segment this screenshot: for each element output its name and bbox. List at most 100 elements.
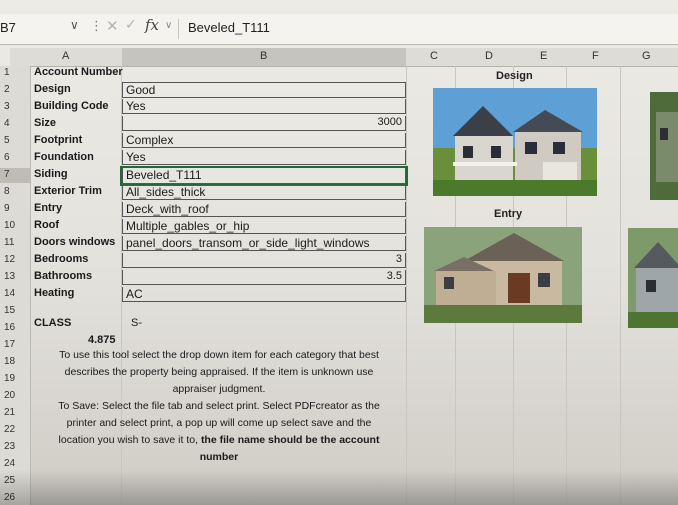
column-header-d[interactable]: D <box>485 50 493 66</box>
label-size: Size <box>34 117 57 129</box>
label-foundation: Foundation <box>34 151 94 163</box>
bathrooms-value: 3.5 <box>386 270 402 282</box>
label-bathrooms: Bathrooms <box>34 270 93 282</box>
screen-shading <box>0 470 678 505</box>
size-value: 3000 <box>377 116 402 128</box>
class-value: S- <box>131 317 142 329</box>
formula-input[interactable]: Beveled_T111 <box>188 20 270 35</box>
label-doors-windows: Doors windows <box>34 236 116 248</box>
building-code-select[interactable]: Yes <box>122 99 406 114</box>
label-account-number: Account Number <box>34 66 123 78</box>
instructions-line: number <box>34 449 404 466</box>
row-number[interactable]: 24 <box>4 458 26 469</box>
score-value: 4.875 <box>88 334 116 346</box>
name-box-dropdown-icon[interactable]: ∨ <box>70 18 79 32</box>
instructions-line: location you wish to save it to, the fil… <box>34 432 404 449</box>
row-number[interactable]: 19 <box>4 373 26 384</box>
row-number[interactable]: 6 <box>4 152 26 163</box>
function-dropdown-icon[interactable]: ∨ <box>165 20 172 31</box>
row-number[interactable]: 7 <box>4 169 26 180</box>
siding-value: Beveled_T111 <box>126 168 202 182</box>
row-number[interactable]: 14 <box>4 288 26 299</box>
row-number[interactable]: 3 <box>4 101 26 112</box>
instructions-line: printer and select print, a pop up will … <box>66 417 372 429</box>
enter-icon[interactable]: ✓ <box>125 17 137 33</box>
row-number[interactable]: 20 <box>4 390 26 401</box>
name-box[interactable]: B7 <box>0 20 16 35</box>
label-building-code: Building Code <box>34 100 109 112</box>
row-number[interactable]: 8 <box>4 186 26 197</box>
column-header-g[interactable]: G <box>642 50 651 66</box>
footprint-value: Complex <box>126 133 174 147</box>
row-number[interactable]: 5 <box>4 135 26 146</box>
more-options-icon[interactable]: ⋮ <box>90 19 103 34</box>
label-bedrooms: Bedrooms <box>34 253 89 265</box>
roof-select[interactable]: Multiple_gables_or_hip <box>122 219 406 234</box>
column-header-b[interactable]: B <box>260 50 267 66</box>
building-code-value: Yes <box>126 99 146 113</box>
bathrooms-input[interactable]: 3.5 <box>122 270 406 285</box>
entry-house-image[interactable] <box>424 227 582 323</box>
instructions-text: To use this tool select the drop down it… <box>34 347 404 466</box>
label-entry: Entry <box>34 202 63 214</box>
grid-line <box>406 66 407 505</box>
row-number[interactable]: 22 <box>4 424 26 435</box>
row-number[interactable]: 2 <box>4 84 26 95</box>
design-value: Good <box>126 83 156 97</box>
exterior-trim-select[interactable]: All_sides_thick <box>122 185 406 200</box>
column-header-f[interactable]: F <box>592 50 599 66</box>
row-number[interactable]: 15 <box>4 305 26 316</box>
house-image-partial[interactable] <box>628 228 678 328</box>
row-number[interactable]: 16 <box>4 322 26 333</box>
size-input[interactable]: 3000 <box>122 116 406 131</box>
instructions-line: To use this tool select the drop down it… <box>59 349 379 361</box>
row-number[interactable]: 9 <box>4 203 26 214</box>
row-number[interactable]: 12 <box>4 254 26 265</box>
label-footprint: Footprint <box>34 134 83 146</box>
row-number[interactable]: 13 <box>4 271 26 282</box>
doors-windows-value: panel_doors_transom_or_side_light_window… <box>126 236 370 250</box>
label-heating: Heating <box>34 287 75 299</box>
column-header-a[interactable]: A <box>62 50 69 66</box>
cancel-icon[interactable]: ✕ <box>106 17 119 35</box>
entry-picture-title: Entry <box>494 208 523 220</box>
spreadsheet-screen: B7 ∨ ⋮ ✕ ✓ fx ∨ Beveled_T111 A B C D E F… <box>0 0 678 505</box>
design-select[interactable]: Good <box>122 82 406 98</box>
instructions-line: To Save: Select the file tab and select … <box>58 400 380 412</box>
row-number[interactable]: 11 <box>4 237 26 248</box>
row-header-bar <box>0 66 31 505</box>
row-number[interactable]: 1 <box>4 67 26 78</box>
row-number[interactable]: 18 <box>4 356 26 367</box>
instructions-line: appraiser judgment. <box>172 383 266 395</box>
label-design: Design <box>34 83 71 95</box>
instructions-normal: location you wish to save it to, <box>58 434 201 446</box>
row-number[interactable]: 17 <box>4 339 26 350</box>
label-roof: Roof <box>34 219 60 231</box>
instructions-bold: number <box>199 451 239 463</box>
row-number[interactable]: 21 <box>4 407 26 418</box>
insert-function-icon[interactable]: fx <box>145 16 159 34</box>
foundation-select[interactable]: Yes <box>122 150 406 165</box>
label-siding: Siding <box>34 168 68 180</box>
bedrooms-value: 3 <box>395 253 402 265</box>
bedrooms-input[interactable]: 3 <box>122 253 406 268</box>
heating-value: AC <box>126 287 143 301</box>
design-picture-title: Design <box>496 70 533 82</box>
doors-windows-select[interactable]: panel_doors_transom_or_side_light_window… <box>122 236 406 251</box>
siding-select[interactable]: Beveled_T111 <box>120 166 408 186</box>
column-header-e[interactable]: E <box>540 50 547 66</box>
design-house-image[interactable] <box>433 88 597 196</box>
formula-bar: B7 ∨ ⋮ ✕ ✓ fx ∨ Beveled_T111 <box>0 14 678 45</box>
row-number[interactable]: 23 <box>4 441 26 452</box>
roof-value: Multiple_gables_or_hip <box>126 219 250 233</box>
entry-select[interactable]: Deck_with_roof <box>122 202 406 217</box>
column-header-c[interactable]: C <box>430 50 438 66</box>
row-number[interactable]: 4 <box>4 118 26 129</box>
row-number[interactable]: 10 <box>4 220 26 231</box>
footprint-select[interactable]: Complex <box>122 133 406 148</box>
instructions-line: describes the property being appraised. … <box>64 366 374 378</box>
house-image-partial[interactable] <box>650 92 678 200</box>
foundation-value: Yes <box>126 150 146 164</box>
heating-select[interactable]: AC <box>122 287 406 302</box>
label-class: CLASS <box>34 317 72 329</box>
